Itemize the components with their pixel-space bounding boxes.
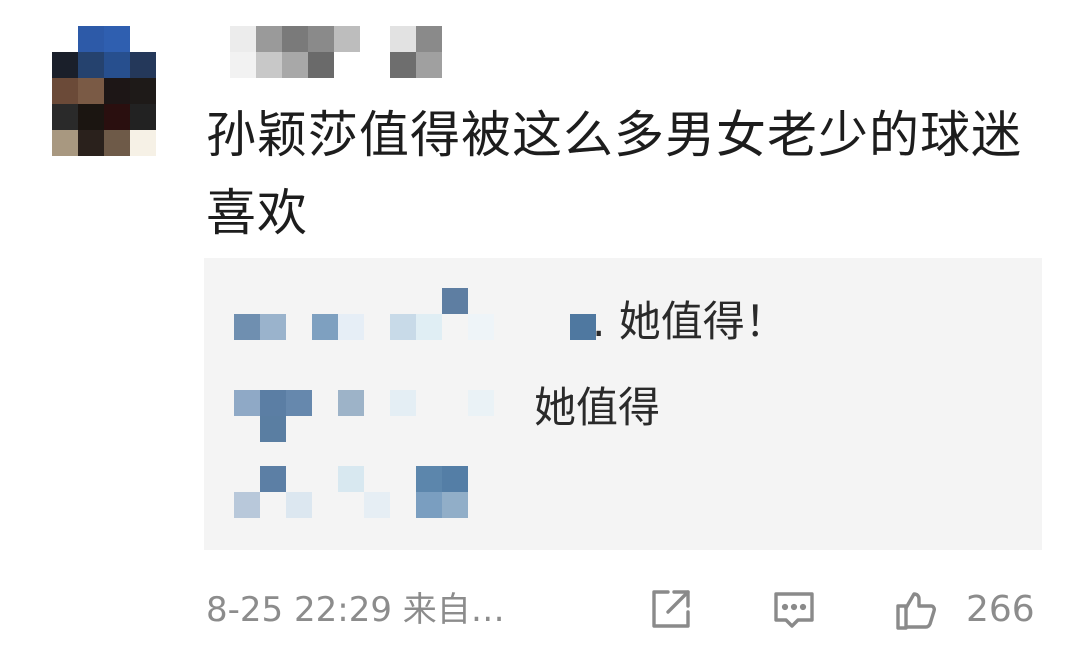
source-label[interactable]: 来自…	[403, 590, 505, 630]
share-icon[interactable]	[646, 586, 694, 634]
avatar[interactable]	[52, 26, 156, 156]
reply-box[interactable]: . 她值得！ 她值得	[204, 258, 1042, 550]
like-count: 266	[966, 589, 1035, 630]
username[interactable]	[230, 26, 450, 78]
comment-icon[interactable]	[770, 586, 818, 634]
reply-row[interactable]: 她值得	[204, 370, 1042, 442]
reply-text: . 她值得！	[592, 297, 787, 346]
comment-text: 孙颖莎值得被这么多男女老少的球迷喜欢	[206, 106, 1022, 242]
reply-row[interactable]	[204, 456, 1042, 520]
timestamp: 8-25 22:29 来自…	[206, 586, 505, 634]
comment-footer: 8-25 22:29 来自… 266	[0, 580, 1080, 644]
reply-row[interactable]: . 她值得！	[204, 288, 1042, 354]
timestamp-value: 8-25 22:29	[206, 590, 392, 630]
reply-text: 她值得	[534, 383, 661, 432]
thumbs-up-icon[interactable]	[892, 586, 940, 634]
